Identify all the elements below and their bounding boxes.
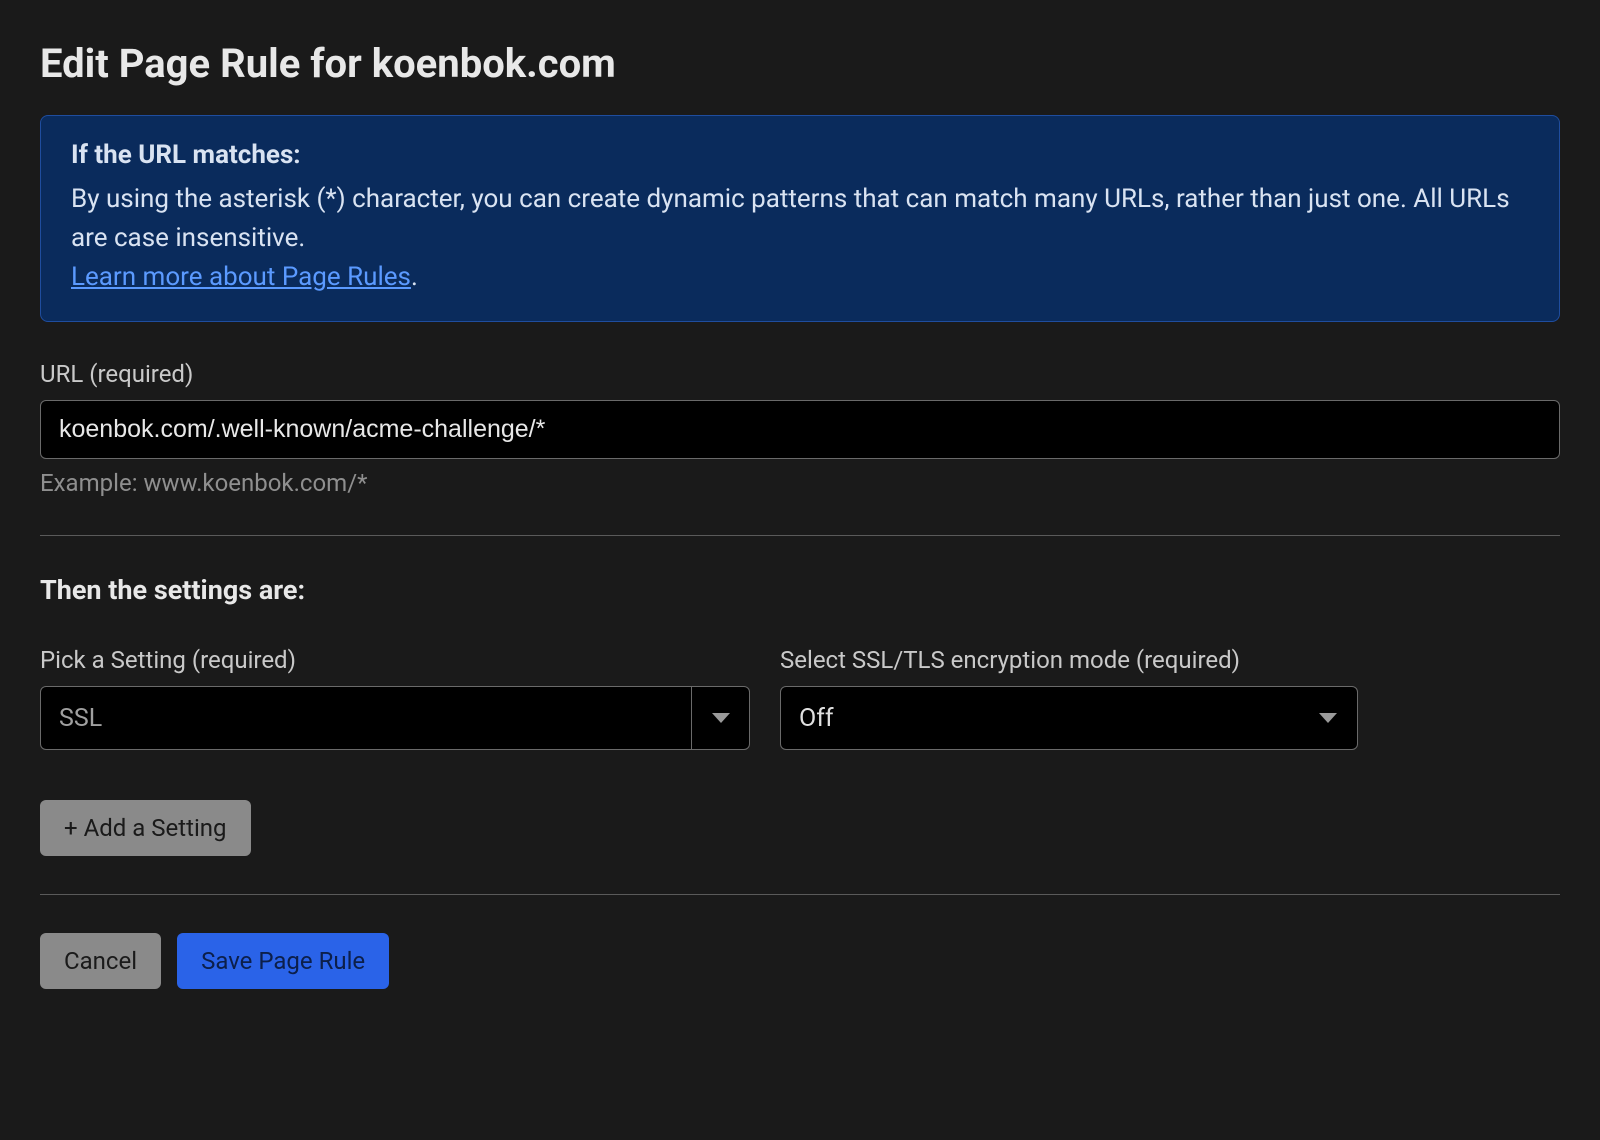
info-box: If the URL matches: By using the asteris… [40, 115, 1560, 322]
save-button[interactable]: Save Page Rule [177, 933, 389, 989]
cancel-button[interactable]: Cancel [40, 933, 161, 989]
chevron-down-icon [1299, 687, 1357, 749]
info-box-link-suffix: . [411, 262, 418, 292]
divider [40, 894, 1560, 895]
info-box-text: By using the asterisk (*) character, you… [71, 184, 1510, 253]
footer-buttons: Cancel Save Page Rule [40, 933, 1560, 989]
settings-row: Pick a Setting (required) SSL Select SSL… [40, 646, 1560, 750]
chevron-down-icon [691, 687, 749, 749]
learn-more-link[interactable]: Learn more about Page Rules [71, 262, 411, 292]
ssl-mode-label: Select SSL/TLS encryption mode (required… [780, 646, 1358, 674]
add-setting-button[interactable]: + Add a Setting [40, 800, 251, 856]
url-input[interactable] [40, 400, 1560, 459]
ssl-mode-value: Off [781, 704, 1299, 733]
pick-setting-value: SSL [41, 704, 691, 733]
ssl-mode-select[interactable]: Off [780, 686, 1358, 750]
url-helper-text: Example: www.koenbok.com/* [40, 469, 1560, 497]
info-box-heading: If the URL matches: [71, 140, 1529, 170]
setting-pick-column: Pick a Setting (required) SSL [40, 646, 750, 750]
url-field-group: URL (required) Example: www.koenbok.com/… [40, 360, 1560, 497]
page-title: Edit Page Rule for koenbok.com [40, 40, 1560, 87]
info-box-body: By using the asterisk (*) character, you… [71, 180, 1529, 297]
pick-setting-label: Pick a Setting (required) [40, 646, 750, 674]
url-label: URL (required) [40, 360, 1560, 388]
pick-setting-select[interactable]: SSL [40, 686, 750, 750]
divider [40, 535, 1560, 536]
settings-section-title: Then the settings are: [40, 574, 1560, 606]
ssl-mode-column: Select SSL/TLS encryption mode (required… [780, 646, 1358, 750]
